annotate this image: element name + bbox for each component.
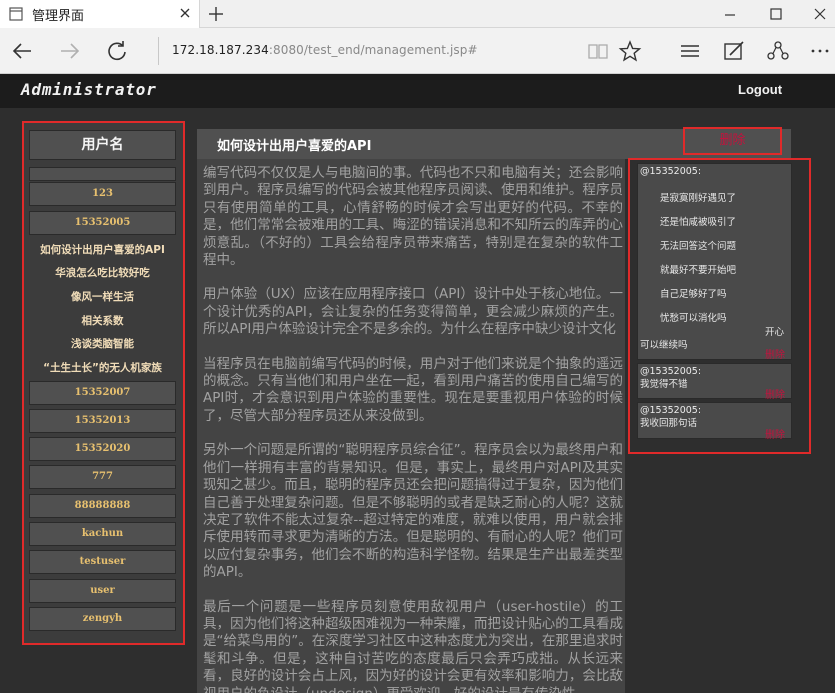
- comment-line: 可以继续吗: [640, 340, 688, 351]
- comment-line: 无法回答这个问题: [660, 241, 737, 252]
- sidebar-empty-row: [29, 167, 176, 181]
- back-icon[interactable]: [10, 40, 34, 62]
- url-path: :8080/test_end/management.jsp#: [268, 43, 478, 57]
- delete-comment-button[interactable]: 删除: [765, 426, 785, 441]
- article-link[interactable]: “土生土长”的无人机家族: [29, 360, 176, 376]
- reading-view-icon[interactable]: [586, 40, 610, 62]
- comment-box: @15352005: 是寂寞刚好遇见了 还是怕咸被吸引了 无法回答这个问题 就最…: [637, 163, 792, 361]
- comment-box: @15352005: 我觉得不错 删除: [637, 363, 792, 401]
- favorite-star-icon[interactable]: [618, 40, 642, 62]
- article-link[interactable]: 如何设计出用户喜爱的API: [29, 242, 176, 258]
- comment-line: 忧愁可以消化吗: [660, 313, 727, 324]
- user-item[interactable]: 777: [29, 465, 176, 489]
- comment-line: 还是怕咸被吸引了: [660, 217, 737, 228]
- forward-icon[interactable]: [58, 40, 82, 62]
- hub-menu-icon[interactable]: [678, 40, 702, 62]
- comment-line: 是寂寞刚好遇见了: [660, 193, 737, 204]
- close-window-icon[interactable]: [810, 4, 830, 24]
- article-paragraph: 最后一个问题是一些程序员刻意使用敌视用户（user-hostile）的工具，因为…: [203, 598, 623, 693]
- comment-user: @15352005:: [640, 166, 702, 177]
- article-paragraph: 用户体验（UX）应该在应用程序接口（API）设计中处于核心地位。一个设计优秀的A…: [203, 286, 623, 338]
- delete-comment-button[interactable]: 删除: [765, 386, 785, 401]
- comments-panel: @15352005: 是寂寞刚好遇见了 还是怕咸被吸引了 无法回答这个问题 就最…: [628, 158, 811, 454]
- top-header: Administrator Logout: [0, 74, 835, 108]
- user-item[interactable]: kachun: [29, 522, 176, 546]
- maximize-icon[interactable]: [766, 4, 786, 24]
- user-item[interactable]: 15352020: [29, 437, 176, 461]
- brand-title: Administrator: [21, 80, 157, 99]
- article-paragraph: 另外一个问题是所谓的“聪明程序员综合征”。程序员会以为最终用户和他们一样拥有丰富…: [203, 442, 623, 581]
- browser-navbar: 172.18.187.234:8080/test_end/management.…: [0, 28, 835, 74]
- delete-article-button[interactable]: 删除: [683, 127, 782, 155]
- user-item[interactable]: testuser: [29, 550, 176, 574]
- minimize-icon[interactable]: [720, 4, 740, 24]
- article-link[interactable]: 华浪怎么吃比较好吃: [29, 265, 176, 281]
- more-icon[interactable]: [808, 40, 832, 62]
- sidebar-title: 用户名: [29, 130, 176, 160]
- management-page: Administrator Logout 用户名 123 15352005 如何…: [0, 74, 835, 693]
- refresh-icon[interactable]: [106, 40, 130, 62]
- user-item[interactable]: 15352007: [29, 381, 176, 405]
- article-paragraph: 编写代码不仅仅是人与电脑间的事。代码也不只和电脑有关；还会影响到用户。程序员编写…: [203, 165, 623, 269]
- article-link[interactable]: 浅谈类脑智能: [29, 336, 176, 352]
- logout-link[interactable]: Logout: [738, 82, 782, 97]
- web-note-icon[interactable]: [722, 40, 746, 62]
- comment-line: 就最好不要开始吧: [660, 265, 737, 276]
- user-item[interactable]: user: [29, 579, 176, 603]
- user-item[interactable]: zengyh: [29, 607, 176, 631]
- comment-line: 我收回那句话: [640, 418, 698, 429]
- browser-titlebar: 管理界面: [0, 0, 835, 28]
- article-paragraph: 当程序员在电脑前编写代码的时候，用户对于他们来说是个抽象的遥远的概念。只有当他们…: [203, 355, 623, 424]
- user-item[interactable]: 123: [29, 182, 176, 206]
- comment-line: 自己足够好了吗: [660, 289, 727, 300]
- article-title: 如何设计出用户喜爱的API: [217, 139, 372, 154]
- address-bar[interactable]: 172.18.187.234:8080/test_end/management.…: [158, 37, 578, 65]
- page-icon: [9, 7, 23, 21]
- url-host: 172.18.187.234: [172, 43, 269, 57]
- article-link[interactable]: 相关系数: [29, 313, 176, 329]
- tab-title: 管理界面: [32, 9, 85, 24]
- user-item[interactable]: 88888888: [29, 494, 176, 518]
- browser-tab[interactable]: 管理界面: [0, 0, 200, 28]
- comment-box: @15352005: 我收回那句话 删除: [637, 402, 792, 441]
- delete-comment-button[interactable]: 删除: [765, 346, 785, 361]
- user-item[interactable]: 15352005: [29, 211, 176, 235]
- article-body: 编写代码不仅仅是人与电脑间的事。代码也不只和电脑有关；还会影响到用户。程序员编写…: [197, 159, 625, 693]
- share-icon[interactable]: [766, 40, 790, 62]
- url-text: 172.18.187.234:8080/test_end/management.…: [172, 43, 478, 57]
- comment-line: 我觉得不错: [640, 379, 688, 390]
- close-tab-icon[interactable]: [176, 4, 194, 22]
- new-tab-icon[interactable]: [206, 4, 226, 24]
- user-item[interactable]: 15352013: [29, 409, 176, 433]
- user-sidebar: 用户名 123 15352005 如何设计出用户喜爱的API 华浪怎么吃比较好吃…: [22, 121, 185, 645]
- article-link[interactable]: 像风一样生活: [29, 289, 176, 305]
- comment-line: 开心: [765, 327, 785, 338]
